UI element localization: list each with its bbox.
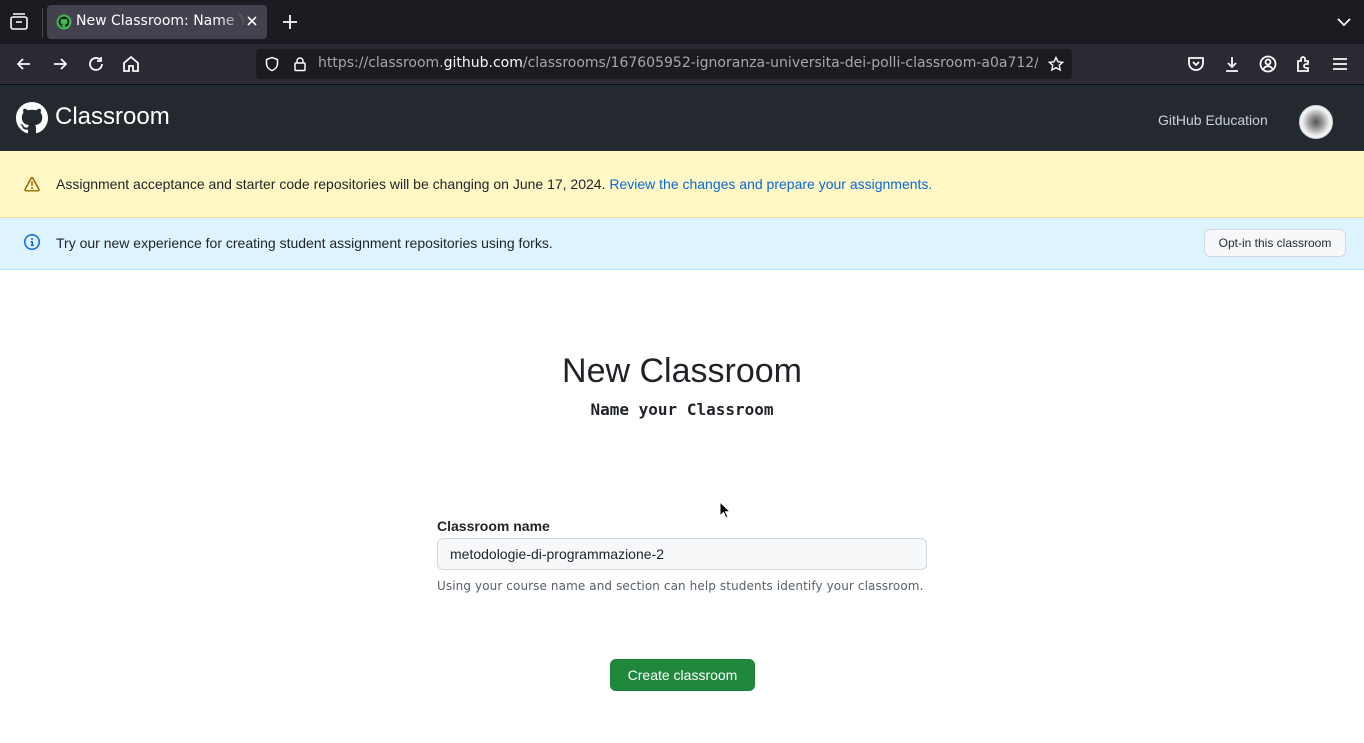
lock-icon[interactable] — [292, 56, 308, 72]
review-changes-link[interactable]: Review the changes and prepare your assi… — [609, 176, 932, 192]
download-icon[interactable] — [1222, 54, 1242, 74]
url-bar[interactable]: https://classroom.github.com/classrooms/… — [256, 49, 1072, 79]
account-icon[interactable] — [1258, 54, 1278, 74]
mouse-cursor-icon — [719, 501, 731, 519]
url-path: /classrooms/167605952-ignoranza-universi… — [522, 55, 1038, 71]
menu-icon[interactable] — [1330, 54, 1350, 74]
url-scheme: https:// — [318, 55, 369, 71]
alert-icon — [24, 176, 40, 192]
home-icon[interactable] — [121, 54, 141, 74]
chevron-down-icon[interactable] — [1334, 12, 1354, 32]
browser-tab-bar: New Classroom: Name Your Classroom — [0, 0, 1364, 44]
url-text[interactable]: https://classroom.github.com/classrooms/… — [318, 55, 1038, 71]
pocket-icon[interactable] — [1186, 54, 1206, 74]
star-icon[interactable] — [1048, 56, 1064, 72]
site-header: Classroom GitHub Education — [0, 85, 1364, 151]
opt-in-button[interactable]: Opt-in this classroom — [1204, 229, 1346, 257]
tab-list-icon[interactable] — [8, 11, 30, 33]
close-tab-icon[interactable] — [244, 13, 260, 29]
classroom-name-input[interactable] — [437, 538, 927, 570]
shield-icon[interactable] — [264, 56, 280, 72]
tab-title: New Classroom: Name Your Classroom — [76, 13, 246, 29]
classroom-name-label: Classroom name — [437, 518, 550, 534]
warning-message: Assignment acceptance and starter code r… — [56, 176, 932, 192]
new-tab-icon[interactable] — [280, 12, 300, 32]
github-favicon-icon — [56, 14, 72, 30]
forward-arrow-icon[interactable] — [50, 54, 70, 74]
extensions-icon[interactable] — [1294, 54, 1314, 74]
url-host: github.com — [443, 55, 523, 71]
github-education-link[interactable]: GitHub Education — [1158, 112, 1268, 128]
avatar[interactable] — [1299, 105, 1333, 139]
brand-name[interactable]: Classroom — [55, 103, 170, 131]
tab-separator — [42, 8, 43, 38]
back-arrow-icon[interactable] — [14, 54, 34, 74]
github-logo-icon[interactable] — [16, 102, 48, 134]
warning-banner: Assignment acceptance and starter code r… — [0, 151, 1364, 218]
browser-tab-active[interactable]: New Classroom: Name Your Classroom — [47, 5, 267, 39]
reload-icon[interactable] — [86, 54, 106, 74]
warning-text: Assignment acceptance and starter code r… — [56, 176, 606, 192]
info-icon — [24, 234, 40, 250]
info-message: Try our new experience for creating stud… — [56, 235, 553, 251]
create-classroom-button[interactable]: Create classroom — [610, 659, 755, 691]
page-subtitle: Name your Classroom — [590, 400, 774, 419]
url-subdomain: classroom. — [368, 55, 444, 71]
classroom-name-hint: Using your course name and section can h… — [437, 579, 924, 593]
info-banner: Try our new experience for creating stud… — [0, 218, 1364, 270]
page-title: New Classroom — [562, 352, 802, 390]
